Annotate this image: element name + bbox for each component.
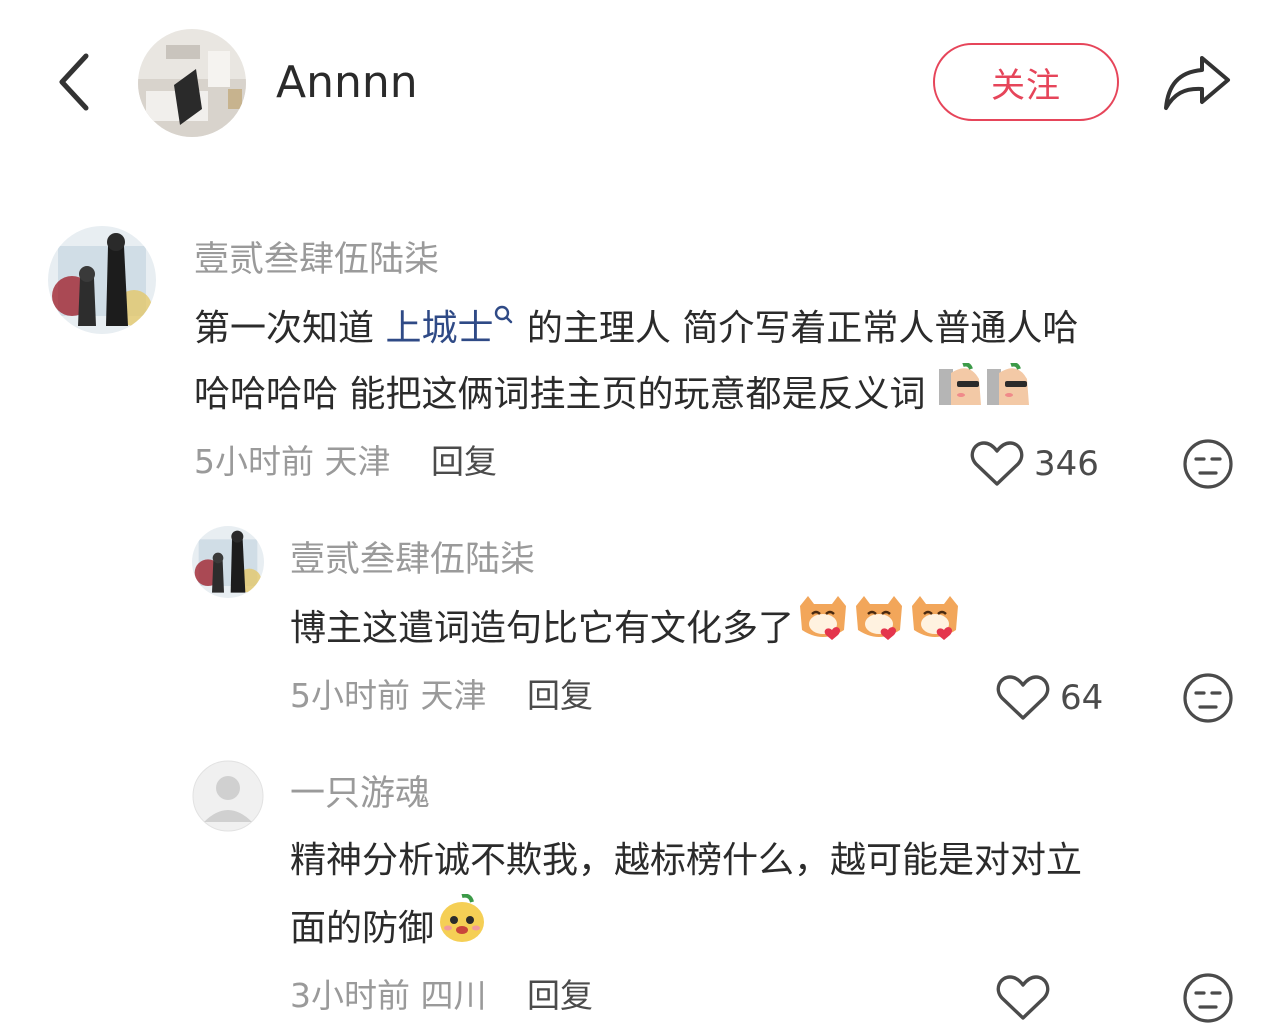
comment-text: 博主这遣词造句比它有文化多了 xyxy=(290,594,962,666)
author-name[interactable]: Annnn xyxy=(276,56,418,110)
like-button[interactable] xyxy=(996,974,1060,1022)
share-button[interactable] xyxy=(1162,52,1232,112)
comment-meta: 3小时前 四川 回复 xyxy=(290,974,593,1018)
commenter-name[interactable]: 一只游魂 xyxy=(290,772,430,816)
heart-icon xyxy=(970,441,1024,486)
reply-button[interactable]: 回复 xyxy=(527,976,593,1015)
tiger-heart-emoji xyxy=(852,594,906,666)
reply-button[interactable]: 回复 xyxy=(431,442,497,481)
commenter-avatar[interactable] xyxy=(48,226,156,334)
comment-location: 四川 xyxy=(420,976,487,1015)
reaction-button[interactable] xyxy=(1182,672,1234,728)
reply-button[interactable]: 回复 xyxy=(527,676,593,715)
like-count: 346 xyxy=(1034,444,1099,484)
neutral-face-icon xyxy=(1183,673,1233,723)
commenter-name[interactable]: 壹贰叁肆伍陆柒 xyxy=(290,538,535,582)
commenter-avatar[interactable] xyxy=(192,526,264,598)
like-button[interactable]: 346 xyxy=(970,440,1099,488)
comment-location: 天津 xyxy=(420,676,487,715)
tiger-heart-emoji xyxy=(796,594,850,666)
comment-text: 精神分析诚不欺我，越标榜什么，越可能是对对立 面的防御 xyxy=(290,828,1250,966)
chevron-left-icon xyxy=(59,53,89,111)
search-icon xyxy=(495,305,513,324)
comment-location: 天津 xyxy=(324,442,391,481)
comment-text: 第一次知道 上城士 的主理人 简介写着正常人普通人哈 哈哈哈哈 能把这俩词挂主页… xyxy=(194,296,1224,429)
reaction-button[interactable] xyxy=(1182,972,1234,1028)
comment-time: 5小时前 xyxy=(290,676,410,715)
topic-link[interactable]: 上城士 xyxy=(385,308,493,349)
reaction-button[interactable] xyxy=(1182,438,1234,494)
follow-button[interactable]: 关注 xyxy=(933,43,1119,121)
heart-icon xyxy=(996,975,1050,1020)
comment-meta: 5小时前 天津 回复 xyxy=(290,674,593,718)
back-button[interactable] xyxy=(52,50,100,114)
share-icon xyxy=(1164,56,1230,110)
neutral-face-icon xyxy=(1183,439,1233,489)
smug-bean-emoji xyxy=(938,362,985,429)
commenter-name[interactable]: 壹贰叁肆伍陆柒 xyxy=(194,238,439,282)
author-avatar[interactable] xyxy=(138,29,246,137)
sprout-bean-emoji xyxy=(436,893,488,966)
default-user-icon xyxy=(192,760,264,832)
tiger-heart-emoji xyxy=(908,594,962,666)
comment-time: 5小时前 xyxy=(194,442,314,481)
comment-time: 3小时前 xyxy=(290,976,410,1015)
comment-meta: 5小时前 天津 回复 xyxy=(194,440,497,484)
neutral-face-icon xyxy=(1183,973,1233,1023)
like-count: 64 xyxy=(1060,678,1104,718)
commenter-avatar[interactable] xyxy=(192,760,264,832)
heart-icon xyxy=(996,675,1050,720)
like-button[interactable]: 64 xyxy=(996,674,1103,722)
smug-bean-emoji xyxy=(986,362,1033,429)
